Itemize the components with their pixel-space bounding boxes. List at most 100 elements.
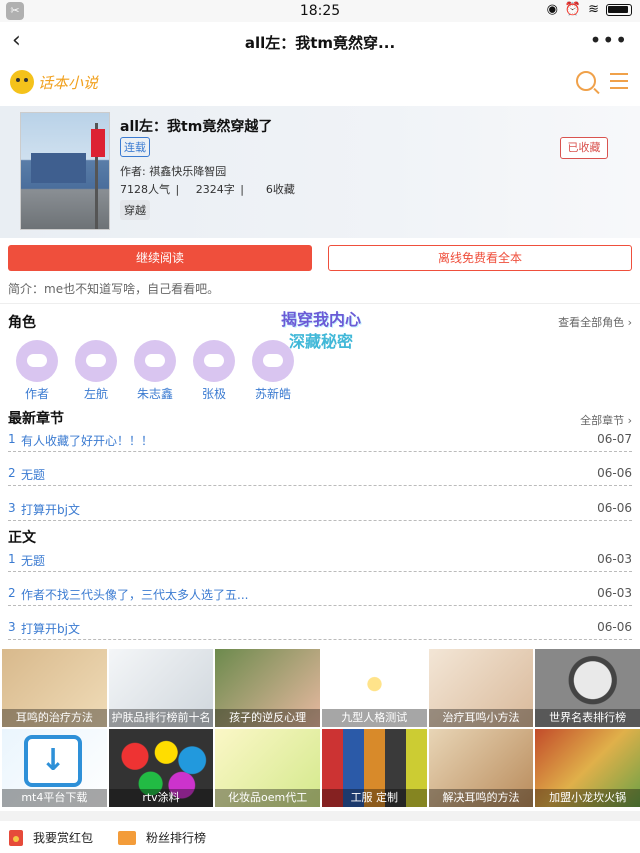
book-header: all左：我tm竟然穿越了 连载 作者: 祺鑫快乐降智园 7128人气 | 23… bbox=[0, 106, 640, 238]
chapter-row[interactable]: 2 无题 06-06 bbox=[8, 462, 632, 486]
section-separator bbox=[0, 811, 640, 821]
ad-tile[interactable]: 护肤品排行榜前十名 bbox=[108, 649, 214, 727]
ad-grid: 耳鸣的治疗方法 护肤品排行榜前十名 孩子的逆反心理 九型人格测试 治疗耳鸣小方法… bbox=[2, 649, 640, 807]
book-stats: 7128人气 | 2324字 | 6收藏 bbox=[120, 181, 295, 197]
chapter-title: 无题 bbox=[21, 468, 46, 482]
red-packet-label: 我要赏红包 bbox=[33, 831, 94, 845]
ad-tile[interactable]: rtv涂料 bbox=[108, 729, 214, 807]
chapter-row[interactable]: 1 有人收藏了好开心！！！ 06-07 bbox=[8, 428, 632, 452]
ad-caption: rtv涂料 bbox=[108, 789, 214, 807]
fan-rank-label: 粉丝排行榜 bbox=[146, 831, 207, 845]
chapter-row[interactable]: 3 打算开bj文 06-06 bbox=[8, 616, 632, 640]
ranking-icon bbox=[118, 830, 136, 845]
chapter-row[interactable]: 2 作者不找三代头像了，三代太多人选了五... 06-03 bbox=[8, 582, 632, 606]
role-item[interactable]: 左航 bbox=[75, 340, 117, 402]
chapter-title: 打算开bj文 bbox=[21, 503, 80, 517]
chat-bubble-icon bbox=[134, 340, 176, 382]
chapter-num: 1 bbox=[8, 552, 16, 566]
all-roles-link[interactable]: 查看全部角色 › bbox=[558, 314, 632, 330]
chapter-num: 1 bbox=[8, 432, 16, 446]
chapter-title: 无题 bbox=[21, 554, 46, 568]
chat-bubble-icon bbox=[193, 340, 235, 382]
ad-caption: 化妆品oem代工 bbox=[215, 789, 320, 807]
role-name: 苏新皓 bbox=[254, 387, 291, 401]
ad-caption: 工服 定制 bbox=[321, 789, 427, 807]
main-text-heading: 正文 bbox=[8, 530, 36, 546]
battery-icon bbox=[606, 3, 632, 16]
download-icon bbox=[24, 735, 82, 787]
ad-tile[interactable]: 加盟小龙坎火锅 bbox=[535, 729, 640, 807]
ad-tile[interactable]: 九型人格测试 bbox=[321, 649, 427, 727]
offline-read-button[interactable]: 离线免费看全本 bbox=[328, 245, 632, 271]
status-time: 18:25 bbox=[299, 3, 341, 19]
favorite-button[interactable]: 已收藏 bbox=[560, 137, 608, 159]
wifi-icon: ≋ bbox=[588, 2, 599, 17]
ad-tile[interactable]: 耳鸣的治疗方法 bbox=[2, 649, 107, 727]
bottom-bar: 我要赏红包 粉丝排行榜 bbox=[0, 823, 640, 853]
chapter-title: 有人收藏了好开心！！！ bbox=[21, 434, 154, 448]
search-icon[interactable] bbox=[576, 71, 596, 91]
status-bar: ✂ 18:25 ◉ ⏰ ≋ bbox=[0, 0, 640, 22]
chapter-title: 作者不找三代头像了，三代太多人选了五... bbox=[21, 588, 249, 602]
book-cover[interactable] bbox=[20, 112, 110, 230]
chapter-date: 06-03 bbox=[597, 552, 632, 566]
role-item[interactable]: 朱志鑫 bbox=[134, 340, 176, 402]
role-item[interactable]: 张极 bbox=[193, 340, 235, 402]
chapter-date: 06-07 bbox=[597, 432, 632, 446]
roles-heading: 角色 bbox=[8, 315, 36, 331]
chapter-row[interactable]: 3 打算开bj文 06-06 bbox=[8, 497, 632, 521]
chapter-row[interactable]: 1 无题 06-03 bbox=[8, 548, 632, 572]
menu-icon[interactable] bbox=[610, 73, 628, 94]
divider bbox=[0, 303, 640, 304]
chapter-title: 打算开bj文 bbox=[21, 622, 80, 636]
page-title: all左：我tm竟然穿... bbox=[244, 34, 396, 52]
eye-icon: ◉ bbox=[546, 2, 558, 17]
alarm-icon: ⏰ bbox=[564, 2, 582, 17]
site-logo[interactable]: 话本小说 bbox=[10, 70, 98, 94]
ad-tile[interactable]: 治疗耳鸣小方法 bbox=[428, 649, 534, 727]
red-packet-button[interactable]: 我要赏红包 bbox=[9, 829, 93, 846]
ad-tile[interactable]: 化妆品oem代工 bbox=[215, 729, 320, 807]
favorite-count: 6收藏 bbox=[265, 183, 295, 196]
role-item[interactable]: 苏新皓 bbox=[252, 340, 294, 402]
ad-caption: mt4平台下载 bbox=[2, 789, 107, 807]
ad-caption: 世界名表排行榜 bbox=[535, 709, 640, 727]
site-header: 话本小说 bbox=[0, 62, 640, 106]
more-icon[interactable]: ••• bbox=[590, 28, 628, 52]
chapter-num: 3 bbox=[8, 620, 16, 634]
red-packet-icon bbox=[9, 829, 23, 846]
genre-tag[interactable]: 穿越 bbox=[120, 200, 150, 220]
role-item[interactable]: 作者 bbox=[16, 340, 58, 402]
role-name: 朱志鑫 bbox=[136, 387, 173, 401]
watermark-line-1: 揭穿我内心 bbox=[280, 310, 361, 329]
book-author[interactable]: 作者: 祺鑫快乐降智园 bbox=[120, 163, 226, 179]
ad-caption: 治疗耳鸣小方法 bbox=[428, 709, 534, 727]
chat-bubble-icon bbox=[75, 340, 117, 382]
ad-caption: 加盟小龙坎火锅 bbox=[535, 789, 640, 807]
chapter-num: 3 bbox=[8, 501, 16, 515]
role-name: 作者 bbox=[24, 387, 49, 401]
ad-caption: 护肤品排行榜前十名 bbox=[108, 709, 214, 727]
ad-tile[interactable]: 解决耳鸣的方法 bbox=[428, 729, 534, 807]
ad-tile[interactable]: 孩子的逆反心理 bbox=[215, 649, 320, 727]
all-chapters-link[interactable]: 全部章节 › bbox=[580, 412, 632, 428]
book-title: all左：我tm竟然穿越了 bbox=[120, 119, 273, 135]
ad-tile[interactable]: mt4平台下载 bbox=[2, 729, 107, 807]
ad-tile[interactable]: 工服 定制 bbox=[321, 729, 427, 807]
chapter-date: 06-06 bbox=[597, 501, 632, 515]
role-list: 作者 左航 朱志鑫 张极 苏新皓 bbox=[16, 340, 294, 402]
ad-tile[interactable]: 世界名表排行榜 bbox=[535, 649, 640, 727]
chapter-date: 06-06 bbox=[597, 466, 632, 480]
ad-caption: 九型人格测试 bbox=[321, 709, 427, 727]
logo-text: 话本小说 bbox=[38, 73, 99, 92]
nav-bar: ‹ all左：我tm竟然穿... ••• bbox=[0, 22, 640, 62]
popularity: 7128人气 | bbox=[120, 183, 180, 196]
word-count: 2324字 | bbox=[195, 183, 244, 196]
book-intro: 简介：me也不知道写啥，自己看看吧。 bbox=[8, 282, 220, 296]
status-icons: ◉ ⏰ ≋ bbox=[547, 2, 632, 17]
continue-reading-button[interactable]: 继续阅读 bbox=[8, 245, 312, 271]
action-bar: 继续阅读 离线免费看全本 bbox=[8, 245, 632, 271]
chat-bubble-icon bbox=[252, 340, 294, 382]
ad-caption: 解决耳鸣的方法 bbox=[428, 789, 534, 807]
fan-rank-button[interactable]: 粉丝排行榜 bbox=[118, 829, 206, 846]
